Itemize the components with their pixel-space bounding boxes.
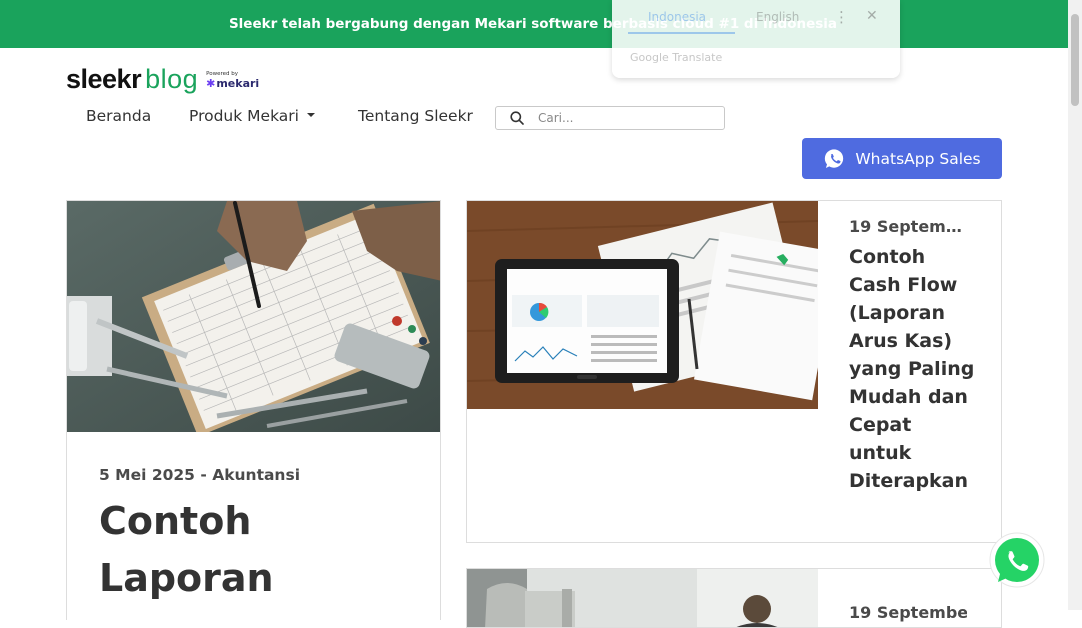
logo-brand: sleekr [66, 64, 142, 94]
nav-item-produk-mekari-label: Produk Mekari [189, 107, 299, 125]
translate-source-language[interactable]: Indonesia [648, 10, 706, 24]
page-scrollbar[interactable] [1068, 0, 1082, 610]
whatsapp-icon [989, 532, 1045, 588]
post-thumbnail-paperwork[interactable] [67, 201, 440, 432]
post-card-featured[interactable]: 5 Mei 2025 - Akuntansi Contoh Laporan [66, 200, 441, 620]
more-options-icon[interactable]: ⋮ [834, 8, 849, 26]
mekari-label: mekari [216, 77, 260, 90]
post-card[interactable]: 19 September 2024 [466, 568, 1002, 628]
site-logo[interactable]: sleekr blog Powered by ✱mekari [66, 64, 259, 96]
logo-sub: blog [145, 64, 199, 94]
post-card[interactable]: 19 September 2024 Contoh Cash Flow (Lapo… [466, 200, 1002, 543]
translate-powered-by: Google Translate [630, 51, 723, 64]
post-date: 19 September 2024 [849, 603, 967, 622]
mekari-star-icon: ✱ [206, 77, 216, 90]
post-thumbnail-tablet[interactable] [467, 201, 818, 409]
post-title[interactable]: Contoh Laporan [99, 493, 419, 607]
translate-active-underline [628, 32, 735, 34]
google-translate-popup: Indonesia English ⋮ ✕ Google Translate [612, 0, 900, 78]
translate-target-language[interactable]: English [756, 10, 799, 24]
search-icon [510, 111, 524, 125]
nav-item-produk-mekari[interactable]: Produk Mekari [189, 106, 315, 126]
close-icon[interactable]: ✕ [866, 8, 878, 24]
post-meta: 5 Mei 2025 - Akuntansi [99, 466, 301, 484]
announcement-banner: Sleekr telah bergabung dengan Mekari sof… [0, 0, 1068, 48]
search-input[interactable] [536, 109, 720, 127]
whatsapp-sales-label: WhatsApp Sales [855, 149, 981, 168]
nav-item-beranda[interactable]: Beranda [86, 106, 151, 126]
nav-item-tentang-sleekr[interactable]: Tentang Sleekr [358, 106, 473, 126]
caret-down-icon [306, 112, 315, 117]
whatsapp-sales-button[interactable]: WhatsApp Sales [802, 138, 1002, 179]
post-thumbnail-trophy[interactable] [467, 569, 818, 627]
post-date: 19 September 2024 [849, 217, 967, 236]
post-title[interactable]: Contoh Cash Flow (Laporan Arus Kas) yang… [849, 243, 977, 495]
mekari-logo: ✱mekari [206, 78, 259, 90]
search-box[interactable] [495, 106, 725, 130]
powered-by-mekari: Powered by ✱mekari [206, 71, 259, 90]
whatsapp-icon [825, 148, 844, 168]
whatsapp-float-button[interactable] [986, 530, 1048, 592]
scrollbar-thumb[interactable] [1071, 14, 1079, 106]
